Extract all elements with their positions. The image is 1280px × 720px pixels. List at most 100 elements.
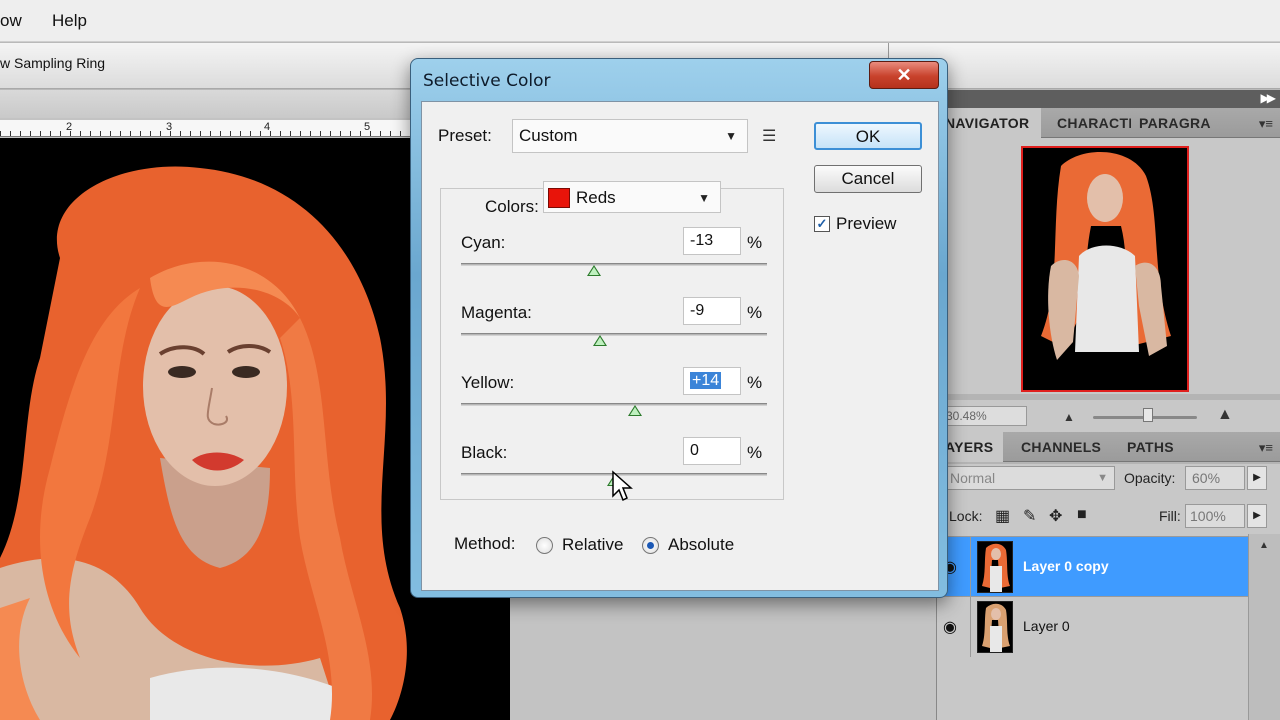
lock-image-icon[interactable]: ✎	[1023, 506, 1036, 526]
ruler-tick	[130, 131, 131, 136]
magenta-slider-track[interactable]	[461, 333, 767, 336]
preset-select[interactable]: Custom ▼	[512, 119, 748, 153]
ruler-tick	[380, 131, 381, 136]
blend-mode-select[interactable]: Normal ▼	[945, 466, 1115, 490]
tab-channels[interactable]: CHANNELS	[1013, 432, 1113, 462]
collapse-panels-icon[interactable]: ▶▶	[1261, 91, 1277, 105]
fill-slider-button[interactable]: ▶	[1247, 504, 1267, 528]
navigator-zoom-bar: 30.48% ▲ ▲	[937, 400, 1280, 432]
magenta-value-field[interactable]: -9	[683, 297, 741, 325]
ruler-tick	[180, 131, 181, 136]
mouse-cursor-icon	[612, 470, 633, 502]
absolute-radio[interactable]	[642, 537, 659, 554]
absolute-label: Absolute	[668, 535, 735, 554]
navigator-tabs: NAVIGATOR CHARACTI PARAGRA ▾≡	[937, 108, 1280, 138]
opacity-field[interactable]: 60%	[1185, 466, 1245, 490]
navigator-view-frame[interactable]	[1021, 146, 1189, 392]
menu-item-window[interactable]: ow	[0, 11, 22, 31]
fill-field[interactable]: 100%	[1185, 504, 1245, 528]
ruler-tick	[270, 131, 271, 136]
layer-name[interactable]: Layer 0	[1023, 618, 1070, 634]
zoom-out-icon[interactable]: ▲	[1063, 410, 1075, 424]
ruler-tick	[360, 131, 361, 136]
ruler-tick	[40, 131, 41, 136]
layers-panel-menu-icon[interactable]: ▾≡	[1259, 440, 1273, 456]
ok-button[interactable]: OK	[814, 122, 922, 150]
cyan-slider-track[interactable]	[461, 263, 767, 266]
ruler-tick	[250, 131, 251, 136]
zoom-slider-handle[interactable]	[1143, 408, 1153, 422]
ruler-tick	[370, 131, 371, 136]
colors-select[interactable]: Reds ▼	[543, 181, 721, 213]
layer-row-layer-0[interactable]: ◉ Layer 0	[937, 596, 1249, 657]
layer-thumbnail	[977, 541, 1013, 593]
ruler-tick	[60, 131, 61, 136]
ruler-tick	[340, 131, 341, 136]
cancel-button[interactable]: Cancel	[814, 165, 922, 193]
opacity-label: Opacity:	[1124, 470, 1176, 486]
yellow-slider-track[interactable]	[461, 403, 767, 406]
close-button[interactable]: ✕	[869, 61, 939, 89]
yellow-label: Yellow:	[461, 373, 515, 392]
visibility-toggle[interactable]: ◉	[937, 597, 971, 657]
ruler-tick	[300, 131, 301, 136]
lock-position-icon[interactable]: ✥	[1049, 506, 1062, 526]
tab-paths[interactable]: PATHS	[1119, 432, 1189, 462]
navigator-preview	[937, 138, 1280, 394]
magenta-label: Magenta:	[461, 303, 532, 322]
menu-item-help[interactable]: Help	[52, 11, 87, 31]
yellow-value-field[interactable]: +14	[683, 367, 741, 395]
black-value-field[interactable]: 0	[683, 437, 741, 465]
ruler-tick	[400, 131, 401, 136]
ruler-tick	[120, 131, 121, 136]
relative-label: Relative	[562, 535, 624, 554]
chevron-down-icon: ▼	[725, 129, 737, 143]
magenta-slider-handle[interactable]	[593, 335, 608, 346]
yellow-percent-sign: %	[747, 373, 763, 392]
zoom-field[interactable]: 30.48%	[941, 406, 1027, 426]
black-percent-sign: %	[747, 443, 763, 462]
cyan-value-field[interactable]: -13	[683, 227, 741, 255]
ruler-tick	[90, 131, 91, 136]
dialog-title: Selective Color	[423, 71, 551, 91]
layer-row-layer-0-copy[interactable]: ◉ Layer 0 copy	[937, 536, 1249, 597]
preset-options-icon[interactable]: ☰	[762, 126, 776, 146]
fill-label: Fill:	[1159, 508, 1181, 524]
colors-label: Colors:	[481, 197, 543, 217]
ruler-tick	[150, 131, 151, 136]
layers-scrollbar[interactable]: ▲	[1248, 534, 1280, 720]
lock-transparent-icon[interactable]: ▦	[995, 506, 1010, 526]
blend-mode-value: Normal	[950, 470, 996, 486]
scroll-up-icon[interactable]: ▲	[1259, 540, 1269, 551]
photoshop-window: ow Help w Sampling Ring 2 3 4 5 ▶▶ NAVIG…	[0, 0, 1280, 720]
zoom-in-icon[interactable]: ▲	[1217, 406, 1233, 424]
tab-character[interactable]: CHARACTI	[1049, 108, 1131, 138]
ruler-tick	[190, 131, 191, 136]
relative-radio[interactable]	[536, 537, 553, 554]
tab-navigator[interactable]: NAVIGATOR	[937, 108, 1041, 138]
panel-menu-icon[interactable]: ▾≡	[1259, 116, 1273, 132]
ruler-tick	[210, 131, 211, 136]
chevron-down-icon: ▼	[698, 191, 710, 205]
method-label: Method:	[454, 534, 516, 553]
cyan-label: Cyan:	[461, 233, 506, 252]
ruler-tick	[330, 131, 331, 136]
horizontal-ruler: 2 3 4 5	[0, 120, 410, 137]
lock-all-icon[interactable]: ■	[1077, 506, 1087, 524]
layer-name[interactable]: Layer 0 copy	[1023, 558, 1109, 574]
colors-value: Reds	[576, 188, 616, 207]
yellow-slider-handle[interactable]	[628, 405, 643, 416]
cyan-slider-handle[interactable]	[587, 265, 602, 276]
opacity-slider-button[interactable]: ▶	[1247, 466, 1267, 490]
ruler-tick	[20, 131, 21, 136]
preview-checkbox[interactable]: ✓	[814, 216, 830, 232]
layer-thumbnail	[977, 601, 1013, 653]
tab-paragraph[interactable]: PARAGRA	[1131, 108, 1215, 138]
ruler-tick	[290, 131, 291, 136]
ruler-tick	[110, 131, 111, 136]
black-label: Black:	[461, 443, 508, 462]
ruler-tick	[100, 131, 101, 136]
lock-label: Lock:	[949, 508, 983, 524]
preset-label: Preset:	[438, 126, 492, 145]
sampling-ring-option[interactable]: w Sampling Ring	[0, 55, 105, 71]
